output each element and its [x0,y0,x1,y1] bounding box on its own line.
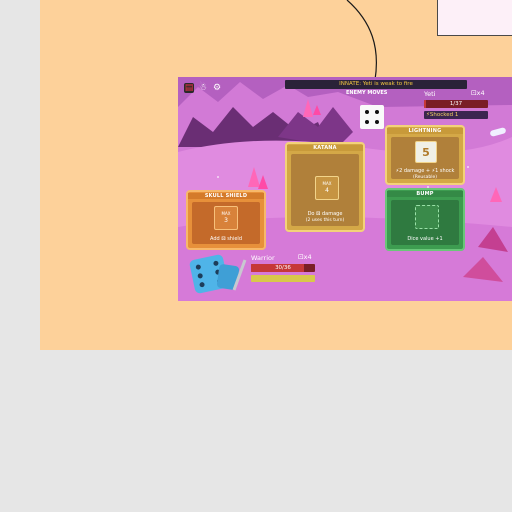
slot-max-value: 3 [224,217,228,224]
player-shield-bar [251,275,315,282]
player-hp-bar: 30/36 [251,264,315,272]
innate-banner: INNATE: Yeti is weak to fire [285,80,467,89]
card-desc-line-1: ⚡2 damage + ⚡1 shock [395,168,455,174]
dice-slot[interactable]: 5 [415,141,437,163]
slot-max-label: MAX [221,211,231,216]
placed-die-value: 5 [422,146,430,159]
enemy-status-badge: ⚡Shocked 1 [424,111,488,119]
card-desc-line-1: Add ⚄ shield [209,236,242,242]
enemy-hp-bar: 1/37 [424,100,488,108]
enemy-dice-count: ⚀x4 [471,90,485,97]
enemy-moves-label: ENEMY MOVES [346,90,388,96]
character-icon[interactable]: ☃ [198,83,208,93]
enemy-die [360,105,384,129]
card-katana[interactable]: KATANA MAX 4 Do ⚄ damage (2 uses this tu… [285,142,365,232]
card-desc-line-2: (2 uses this turn) [305,218,345,223]
card-desc-line-1: Dice value +1 [407,236,443,242]
enemy-status-text: ⚡Shocked 1 [426,111,459,119]
player-dice-count: ⚀x4 [298,254,312,261]
menu-icon[interactable]: ▤ [184,83,194,93]
card-lightning[interactable]: LIGHTNING 5 ⚡2 damage + ⚡1 shock (Reusab… [385,125,465,185]
enemy-dice-count-value: x4 [476,89,485,97]
card-skull-shield[interactable]: SKULL SHIELD MAX 3 Add ⚄ shield [186,190,266,250]
card-bump[interactable]: BUMP Dice value +1 [385,188,465,251]
card-title: SKULL SHIELD [188,193,264,199]
enemy-name: Yeti [424,90,436,98]
slot-max-label: MAX [322,181,332,186]
player-name: Warrior [251,254,275,262]
enemy-status-value: Shocked 1 [429,111,459,118]
innate-text: INNATE: Yeti is weak to fire [339,81,413,87]
enemy-hp-text: 1/37 [449,100,463,107]
card-title: BUMP [387,191,463,197]
dice-slot[interactable]: MAX 3 [214,206,238,230]
card-desc-line-2: (Reusable) [412,175,438,180]
player-hp-text: 30/36 [275,264,291,271]
die-pips [365,110,379,124]
card-title: LIGHTNING [387,128,463,134]
card-title: KATANA [287,145,363,151]
note-box [437,0,512,36]
dice-slot[interactable]: MAX 4 [315,176,339,200]
settings-icon[interactable]: ⚙ [212,83,222,93]
slot-max-value: 4 [325,187,329,194]
card-desc-line-1: Do ⚄ damage [307,211,343,217]
dice-slot[interactable] [415,205,439,229]
game-screenshot: ▤ ☃ ⚙ INNATE: Yeti is weak to fire ENEMY… [178,77,512,301]
player-dice-count-value: x4 [303,253,312,261]
